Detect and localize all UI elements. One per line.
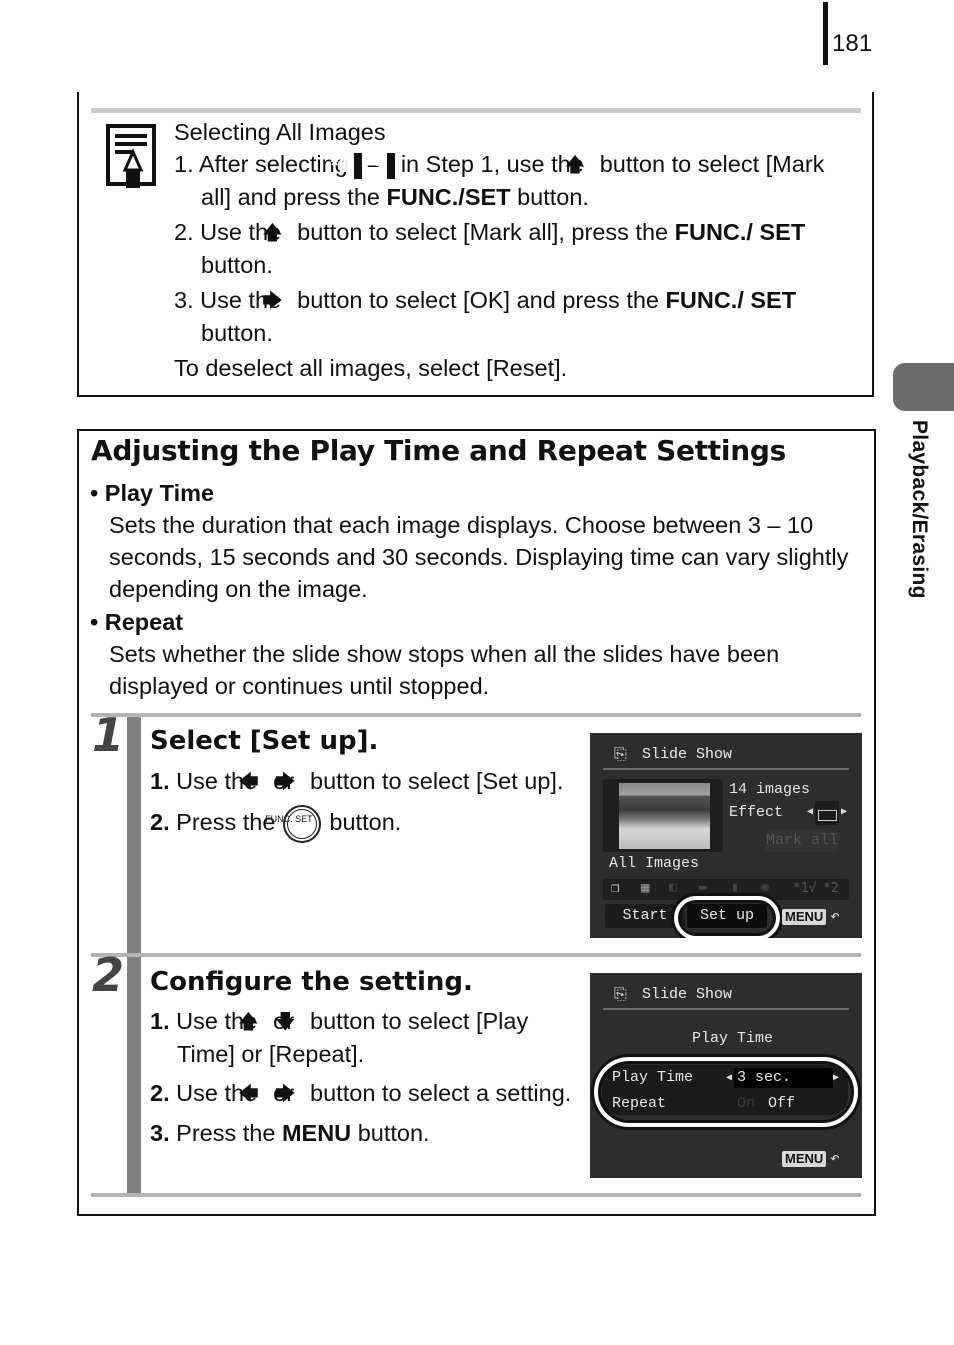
note-item-1: 1. After selecting*1 –*3 in Step 1, use th… xyxy=(174,151,825,210)
effect-icon xyxy=(818,810,837,821)
menu-button-icon[interactable]: MENU xyxy=(782,909,827,925)
step2-divider xyxy=(91,953,861,957)
note-divider xyxy=(91,108,861,113)
thumbnail-frame xyxy=(603,779,723,852)
page-number-bar xyxy=(823,2,828,65)
beach-photo-thumbnail xyxy=(619,783,710,849)
bullet-heading-play-time: • Play Time xyxy=(90,480,215,506)
effect-selector[interactable] xyxy=(815,801,839,825)
note-footer: To deselect all images, select [Reset]. xyxy=(174,355,568,381)
step2-number: 2 xyxy=(92,948,125,1002)
func-set-button-icon: FUNC. SET xyxy=(265,805,322,843)
screen-title: Slide Show xyxy=(642,986,733,1003)
section-title: Adjusting the Play Time and Repeat Setti… xyxy=(91,434,786,467)
mode-label: All Images xyxy=(609,855,700,872)
step1-divider xyxy=(91,713,861,717)
page-number: 181 xyxy=(832,30,873,57)
section-bottom-divider xyxy=(91,1193,861,1197)
step2-item-3: 3. Press the MENU button. xyxy=(150,1120,430,1146)
mark-all-button[interactable]: Mark all xyxy=(765,830,839,852)
step2-title: Configure the setting. xyxy=(150,967,473,997)
return-icon: ↶ xyxy=(830,1148,840,1167)
step2-bar xyxy=(127,957,141,1193)
effect-label: Effect xyxy=(729,804,784,821)
step2-item-2: 2. Use the🡄 or🡆 button to select a setting… xyxy=(150,1080,572,1106)
effect-left-arrow-icon[interactable]: ◀ xyxy=(807,806,813,817)
slideshow-icon: ⎘ xyxy=(614,744,627,763)
bullet-heading-repeat: • Repeat xyxy=(90,609,184,635)
custom-1-icon[interactable]: *1√ xyxy=(793,881,816,896)
step1-title: Select [Set up]. xyxy=(150,726,379,756)
step2-instructions: 1. Use the🡅 or🡇 button to select [Play Tim… xyxy=(150,1005,575,1156)
screen-divider xyxy=(603,1008,849,1010)
step1-item-2: 2. Press theFUNC. SET button. xyxy=(150,805,570,843)
screen-divider xyxy=(603,768,849,770)
note-item-2: 2. Use the🡅 button to select [Mark all], … xyxy=(174,219,806,278)
settings-bullets: • Play Time Sets the duration that each … xyxy=(90,477,865,703)
folder-icon[interactable]: ▬ xyxy=(699,880,707,895)
image-count: 14 images xyxy=(729,781,811,798)
screen-title: Slide Show xyxy=(642,746,733,763)
step1-bar xyxy=(127,717,141,953)
camera-screen-setup: ⎘ Slide Show 14 images Effect ◀ ▶ Mark a… xyxy=(590,733,862,938)
bullet-text-repeat: Sets whether the slide show stops when a… xyxy=(109,641,780,699)
start-button[interactable]: Start xyxy=(605,904,685,928)
step1-item-1: 1. Use the🡄 or🡆 button to select [Set up]. xyxy=(150,768,564,794)
note-item-3: 3. Use the🡆 button to select [OK] and pre… xyxy=(174,287,797,346)
effect-right-arrow-icon[interactable]: ▶ xyxy=(841,806,847,817)
memo-pencil-icon xyxy=(106,124,156,188)
step1-number: 1 xyxy=(92,708,125,762)
note-content: Selecting All Images 1. After selecting*… xyxy=(174,116,854,384)
chapter-tab xyxy=(893,363,954,411)
step1-instructions: 1. Use the🡄 or🡆 button to select [Set up].… xyxy=(150,765,570,850)
menu-button-icon[interactable]: MENU xyxy=(782,1151,827,1167)
slideshow-icon: ⎘ xyxy=(614,984,627,1003)
star-1-key-icon: *1 xyxy=(331,152,362,179)
star-3-key-icon: *3 xyxy=(364,152,395,179)
chapter-tab-label: Playback/Erasing xyxy=(908,420,931,599)
bullet-text-play-time: Sets the duration that each image displa… xyxy=(109,512,849,602)
movie-icon[interactable]: ▮ xyxy=(731,880,739,895)
step2-item-1: 1. Use the🡅 or🡇 button to select [Play Tim… xyxy=(150,1008,529,1067)
screen-subtitle: Play Time xyxy=(692,1030,774,1047)
camera-screen-settings: ⎘ Slide Show Play Time Play Time ◀ 3 sec… xyxy=(590,973,862,1178)
highlight-ring xyxy=(594,1057,858,1127)
all-images-icon[interactable]: ❐ xyxy=(611,880,619,896)
date-icon[interactable]: ▦ xyxy=(641,880,649,896)
note-title: Selecting All Images xyxy=(174,119,386,145)
custom-2-icon[interactable]: *2 xyxy=(823,881,839,896)
category-icon[interactable]: ◧ xyxy=(669,880,677,895)
camera-icon[interactable]: ◉ xyxy=(761,880,769,895)
highlight-ring xyxy=(674,896,780,938)
return-icon: ↶ xyxy=(830,906,840,925)
